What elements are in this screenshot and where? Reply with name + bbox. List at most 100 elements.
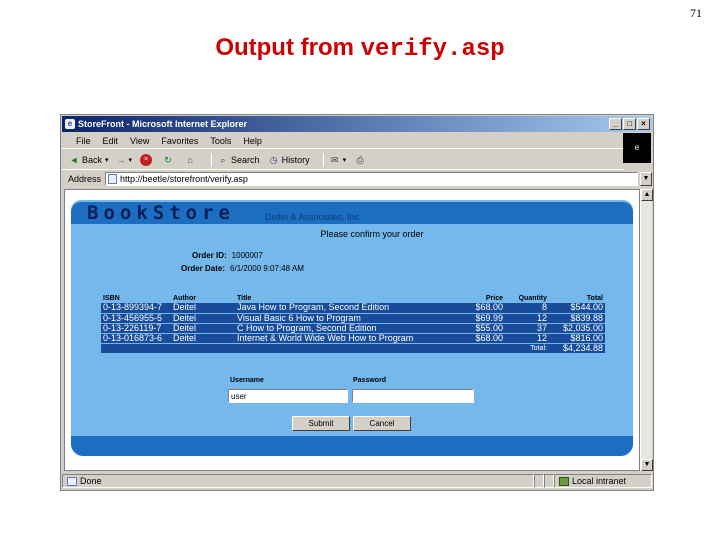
cell-title: C How to Program, Second Edition [235, 323, 465, 334]
stop-button[interactable]: × [140, 153, 154, 166]
confirm-heading: Please confirm your order [320, 229, 424, 239]
ie-throbber-icon: e [623, 133, 651, 163]
cell-title: Visual Basic 6 How to Program [235, 313, 465, 324]
cell-total: $816.00 [549, 333, 605, 344]
total-value: $4,234.88 [549, 343, 605, 354]
cell-isbn: 0-13-899394-7 [101, 303, 171, 314]
address-label: Address [68, 174, 102, 184]
window-titlebar[interactable]: e StoreFront - Microsoft Internet Explor… [62, 116, 652, 132]
col-price: Price [485, 294, 503, 302]
slide-title-text: Output from [215, 34, 361, 61]
order-id-row: Order ID: 1000007 [192, 251, 263, 260]
page-viewport: BookStore Deitel & Associates, Inc. Plea… [64, 189, 640, 471]
status-pane-blank [544, 474, 554, 488]
order-table: ISBN Author Title Price Quantity Total 0… [101, 293, 605, 354]
window-controls: _ □ × [609, 118, 650, 130]
history-button[interactable]: ◷ History [268, 154, 310, 166]
standard-toolbar: ◄ Back ▾ → ▾ × ↻ ⌂ ⌕ Search ◷ History ✉ … [62, 150, 624, 170]
address-value: http://beetle/storefront/verify.asp [120, 174, 248, 184]
cell-author: Deitel [171, 303, 235, 314]
menu-tools[interactable]: Tools [210, 133, 231, 148]
scroll-down-button[interactable]: ▼ [641, 459, 653, 471]
history-label: History [281, 154, 310, 165]
mail-button[interactable]: ✉ ▾ [329, 154, 347, 166]
col-author: Author [173, 294, 196, 302]
cell-isbn: 0-13-016873-6 [101, 333, 171, 344]
table-header-row: ISBN Author Title Price Quantity Total [101, 293, 605, 303]
window-title: StoreFront - Microsoft Internet Explorer [78, 119, 248, 129]
slide-number: 71 [690, 6, 702, 20]
vertical-scrollbar[interactable]: ▲ ▼ [640, 189, 653, 471]
search-button[interactable]: ⌕ Search [217, 154, 260, 166]
menu-bar: File Edit View Favorites Tools Help [62, 133, 652, 149]
cell-price: $69.99 [465, 313, 505, 324]
zone-text: Local intranet [572, 476, 627, 486]
cell-isbn: 0-13-226119-7 [101, 323, 171, 334]
menu-edit[interactable]: Edit [103, 133, 119, 148]
refresh-button[interactable]: ↻ [162, 154, 176, 166]
username-input[interactable] [228, 389, 348, 403]
menu-view[interactable]: View [130, 133, 149, 148]
cell-price: $68.00 [465, 303, 505, 314]
logo-subtitle: Deitel & Associates, Inc. [265, 212, 362, 222]
mail-dropdown-icon[interactable]: ▾ [343, 156, 347, 164]
table-row: 0-13-016873-6 Deitel Internet & World Wi… [101, 333, 605, 344]
search-label: Search [231, 154, 260, 165]
status-text: Done [80, 476, 102, 486]
col-title: Title [237, 294, 252, 302]
table-row: 0-13-899394-7 Deitel Java How to Program… [101, 303, 605, 314]
password-label: Password [353, 377, 387, 384]
address-input[interactable]: http://beetle/storefront/verify.asp [105, 172, 638, 186]
address-bar: Address http://beetle/storefront/verify.… [62, 171, 652, 187]
order-id-value: 1000007 [231, 251, 263, 260]
cell-total: $2,035.00 [549, 323, 605, 334]
menu-favorites[interactable]: Favorites [161, 133, 198, 148]
order-date-row: Order Date: 6/1/2000 9:07:48 AM [181, 264, 304, 273]
password-input[interactable] [352, 389, 474, 403]
cell-quantity: 12 [505, 333, 549, 344]
forward-arrow-icon: → [116, 154, 126, 165]
back-dropdown-icon[interactable]: ▾ [105, 156, 109, 164]
toolbar-separator [322, 152, 324, 167]
print-button[interactable]: ⎙ [354, 154, 368, 166]
menu-help[interactable]: Help [243, 133, 262, 148]
print-icon: ⎙ [356, 154, 364, 165]
search-icon: ⌕ [220, 154, 226, 165]
page-icon [108, 174, 118, 184]
close-button[interactable]: × [637, 118, 650, 130]
submit-button[interactable]: Submit [292, 416, 350, 431]
cell-price: $55.00 [465, 323, 505, 334]
cell-author: Deitel [171, 323, 235, 334]
menu-file[interactable]: File [76, 133, 91, 148]
cell-author: Deitel [171, 313, 235, 324]
slide-title: Output from verify.asp [0, 34, 720, 63]
cancel-button[interactable]: Cancel [353, 416, 411, 431]
home-icon: ⌂ [187, 154, 193, 165]
mail-icon: ✉ [330, 154, 339, 165]
order-date-label: Order Date: [181, 264, 226, 273]
toolbar-separator [211, 152, 213, 167]
refresh-icon: ↻ [164, 154, 172, 165]
forward-button[interactable]: → ▾ [117, 155, 133, 165]
maximize-button[interactable]: □ [623, 118, 636, 130]
cell-total: $839.88 [549, 313, 605, 324]
browser-window: e StoreFront - Microsoft Internet Explor… [60, 114, 654, 491]
cell-quantity: 8 [505, 303, 549, 314]
col-isbn: ISBN [103, 294, 120, 302]
forward-dropdown-icon[interactable]: ▾ [129, 156, 133, 164]
slide-title-code: verify.asp [360, 36, 505, 63]
table-row: 0-13-456955-5 Deitel Visual Basic 6 How … [101, 313, 605, 324]
cell-total: $544.00 [549, 303, 605, 314]
back-button[interactable]: ◄ Back ▾ [68, 154, 109, 166]
address-dropdown-button[interactable]: ▼ [640, 172, 652, 186]
zone-pane: Local intranet [554, 474, 652, 488]
status-pane-blank [534, 474, 544, 488]
cell-title: Internet & World Wide Web How to Program [235, 333, 465, 344]
minimize-button[interactable]: _ [609, 118, 622, 130]
scroll-up-button[interactable]: ▲ [641, 189, 653, 201]
history-icon: ◷ [269, 154, 278, 165]
local-intranet-icon [559, 477, 569, 487]
home-button[interactable]: ⌂ [184, 154, 198, 166]
col-quantity: Quantity [518, 294, 547, 302]
ie-app-icon: e [65, 119, 75, 129]
